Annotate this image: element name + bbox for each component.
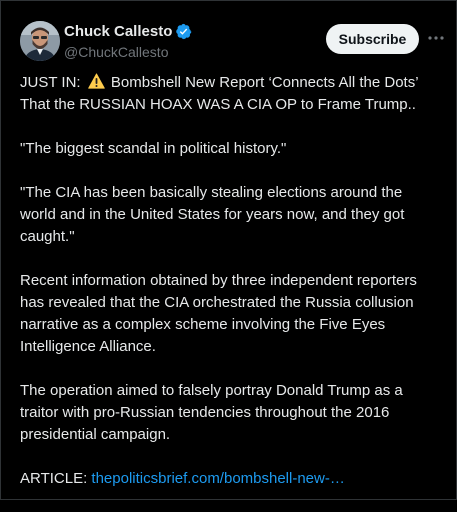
post-headline: JUST IN: Bombshell New Report ‘Connects … — [20, 72, 440, 116]
warning-emoji-icon — [87, 73, 105, 89]
post-header: Chuck Callesto @ChuckCallesto Subscribe — [20, 21, 445, 65]
post-paragraph-1: Recent information obtained by three ind… — [20, 272, 422, 355]
post-card: Chuck Callesto @ChuckCallesto Subscribe … — [0, 0, 457, 500]
post-body: JUST IN: Bombshell New Report ‘Connects … — [20, 72, 440, 512]
user-handle[interactable]: @ChuckCallesto — [64, 44, 192, 60]
display-name[interactable]: Chuck Callesto — [64, 23, 172, 40]
user-identity: Chuck Callesto @ChuckCallesto — [64, 23, 192, 60]
post-quote-2: "The CIA has been basically stealing ele… — [20, 184, 409, 245]
article-label: ARTICLE: — [20, 470, 92, 487]
post-quote-1: "The biggest scandal in political histor… — [20, 140, 287, 157]
post-article-line: ARTICLE: thepoliticsbrief.com/bombshell-… — [20, 468, 440, 490]
post-paragraph-2: The operation aimed to falsely portray D… — [20, 382, 407, 443]
post-headline-prefix: JUST IN: — [20, 74, 85, 91]
verified-badge-icon — [175, 23, 192, 40]
article-link[interactable]: thepoliticsbrief.com/bombshell-new-… — [91, 470, 344, 487]
avatar[interactable] — [20, 21, 60, 61]
subscribe-button[interactable]: Subscribe — [326, 24, 419, 54]
more-horizontal-icon[interactable] — [427, 29, 445, 47]
